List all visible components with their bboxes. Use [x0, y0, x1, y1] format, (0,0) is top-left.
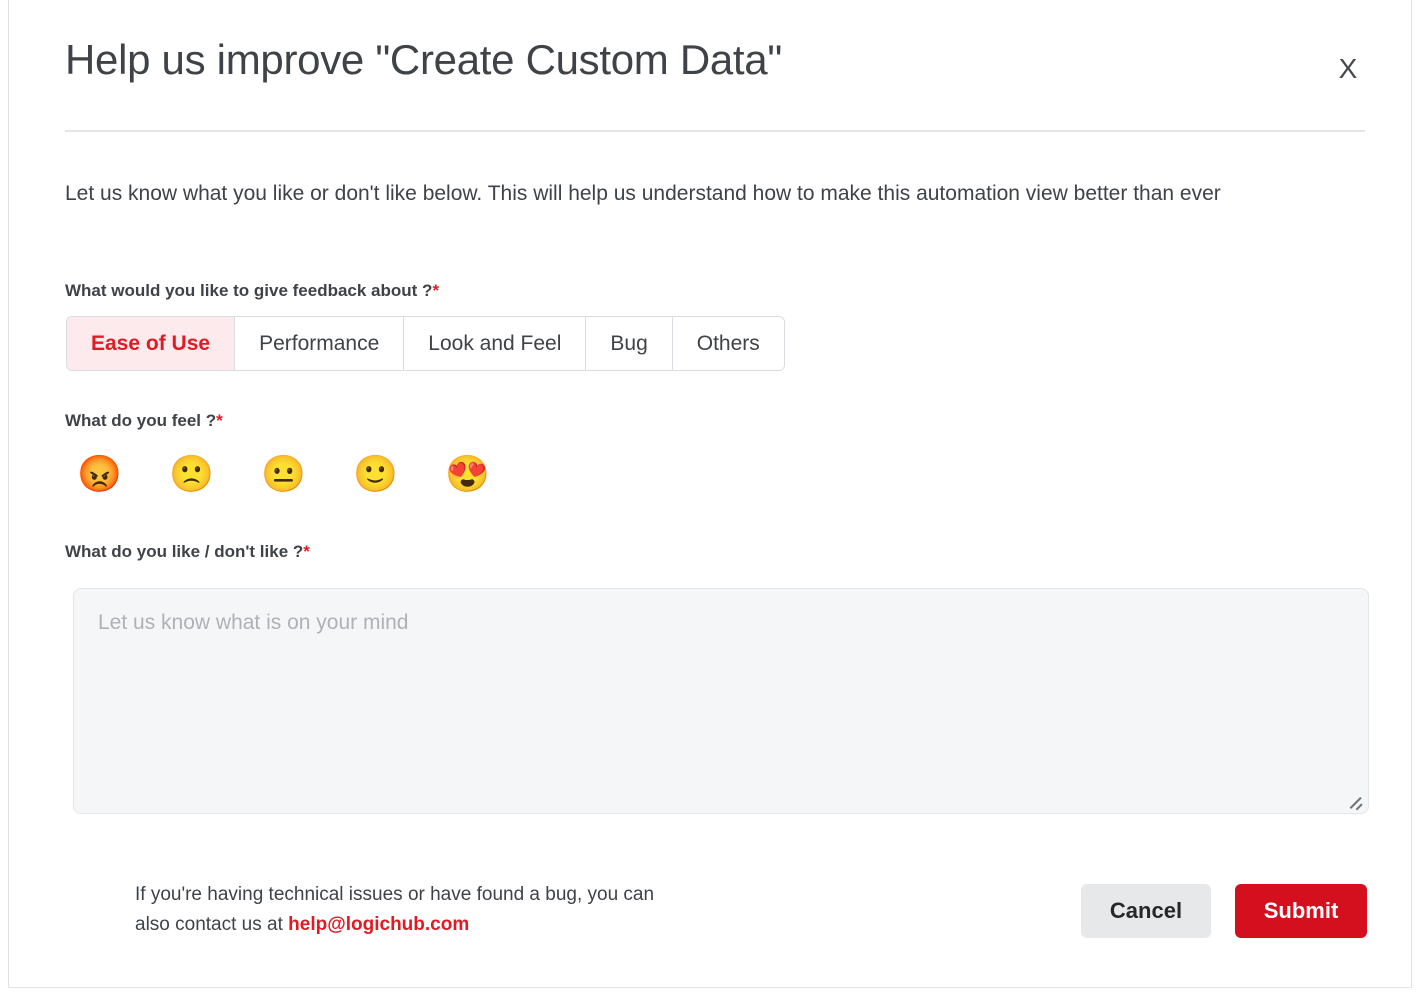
feeling-field-label: What do you feel ?* — [65, 411, 223, 431]
feedback-dialog: Help us improve "Create Custom Data" X L… — [8, 0, 1412, 988]
submit-button[interactable]: Submit — [1235, 884, 1367, 938]
support-note: If you're having technical issues or hav… — [135, 880, 835, 940]
dialog-actions: Cancel Submit — [1081, 884, 1367, 938]
angry-face-emoji[interactable]: 😡 — [77, 452, 122, 496]
topic-required-marker: * — [432, 281, 440, 300]
topic-tab-group: Ease of Use Performance Look and Feel Bu… — [66, 316, 785, 371]
support-note-line2: also contact us at — [135, 914, 289, 935]
support-email-link[interactable]: help@logichub.com — [288, 914, 469, 935]
topic-field-label: What would you like to give feedback abo… — [65, 281, 439, 301]
intro-text: Let us know what you like or don't like … — [65, 182, 1221, 205]
feeling-label-text: What do you feel ? — [65, 411, 217, 430]
tab-look-and-feel[interactable]: Look and Feel — [404, 317, 587, 370]
comment-required-marker: * — [303, 542, 310, 561]
tab-performance[interactable]: Performance — [235, 317, 405, 370]
neutral-face-emoji[interactable]: 😐 — [261, 452, 306, 496]
tab-others[interactable]: Others — [672, 317, 784, 370]
comment-label-text: What do you like / don't like ? — [65, 542, 304, 561]
comment-field-label: What do you like / don't like ?* — [65, 542, 310, 562]
cancel-button[interactable]: Cancel — [1081, 884, 1211, 938]
feeling-required-marker: * — [216, 411, 223, 430]
frowning-face-emoji[interactable]: 🙁 — [169, 452, 214, 496]
tab-ease-of-use[interactable]: Ease of Use — [67, 317, 236, 370]
page-title: Help us improve "Create Custom Data" — [65, 36, 782, 83]
heart-eyes-face-emoji[interactable]: 😍 — [445, 452, 490, 496]
header-divider — [65, 130, 1365, 132]
slightly-smiling-face-emoji[interactable]: 🙂 — [353, 452, 398, 496]
close-icon[interactable]: X — [1331, 52, 1365, 86]
dialog-header: Help us improve "Create Custom Data" X — [65, 36, 1365, 102]
tab-bug[interactable]: Bug — [586, 317, 673, 370]
comment-input-wrapper — [73, 588, 1369, 814]
support-note-line1: If you're having technical issues or hav… — [135, 884, 655, 905]
feeling-rating-group: 😡 🙁 😐 🙂 😍 — [77, 452, 490, 496]
comment-textarea[interactable] — [73, 588, 1369, 814]
topic-label-text: What would you like to give feedback abo… — [65, 281, 433, 300]
